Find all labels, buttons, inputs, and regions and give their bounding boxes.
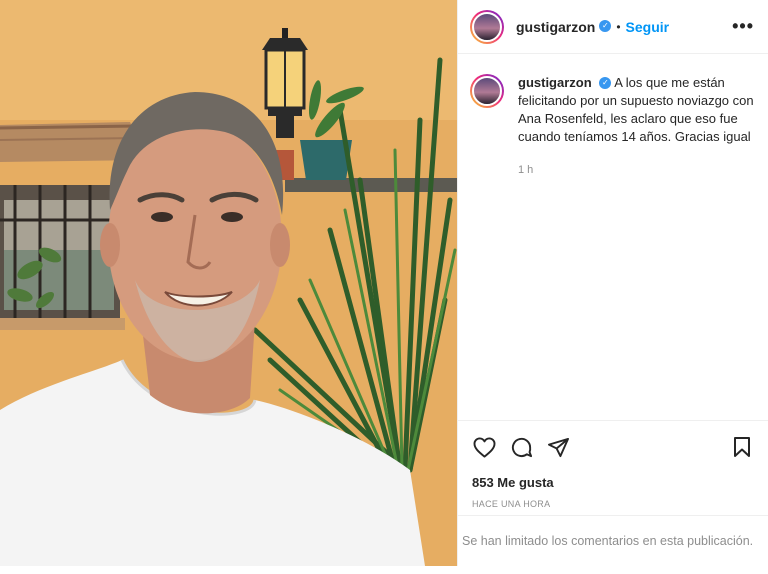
verified-badge-icon: ✓ (599, 19, 612, 32)
post-details-panel: gustigarzon ✓ • Seguir ••• gustigarzon ✓… (457, 0, 768, 566)
caption-time[interactable]: 1 h (518, 164, 758, 176)
comment-icon[interactable] (509, 435, 533, 459)
likes-count[interactable]: 853 Me gusta (458, 475, 768, 490)
avatar[interactable] (470, 9, 504, 44)
verified-badge-icon: ✓ (599, 76, 612, 89)
ellipsis-icon[interactable]: ••• (732, 16, 754, 37)
follow-button[interactable]: Seguir (626, 19, 670, 35)
post-timestamp: HACE UNA HORA (472, 499, 551, 509)
caption-section: gustigarzon ✓ A los que me están felicit… (458, 54, 768, 176)
post-photo[interactable] (0, 0, 457, 566)
heart-icon[interactable] (472, 435, 496, 459)
engagement-section: 853 Me gusta HACE UNA HORA (458, 420, 768, 509)
caption-body: gustigarzon ✓ A los que me están felicit… (518, 74, 758, 176)
caption-username-link[interactable]: gustigarzon (518, 75, 592, 90)
action-bar (458, 421, 768, 473)
avatar-image (472, 76, 502, 106)
username-link[interactable]: gustigarzon (516, 19, 595, 35)
caption-text: gustigarzon ✓ A los que me están felicit… (518, 74, 758, 146)
paper-plane-icon[interactable] (546, 435, 570, 459)
avatar-image (472, 11, 502, 42)
caption-avatar[interactable] (470, 74, 504, 108)
selfie-photo-illustration (0, 0, 457, 566)
post-header: gustigarzon ✓ • Seguir ••• (458, 0, 768, 54)
bookmark-icon[interactable] (730, 435, 754, 459)
comments-limited-notice: Se han limitado los comentarios en esta … (458, 515, 768, 566)
separator-dot: • (616, 19, 621, 34)
